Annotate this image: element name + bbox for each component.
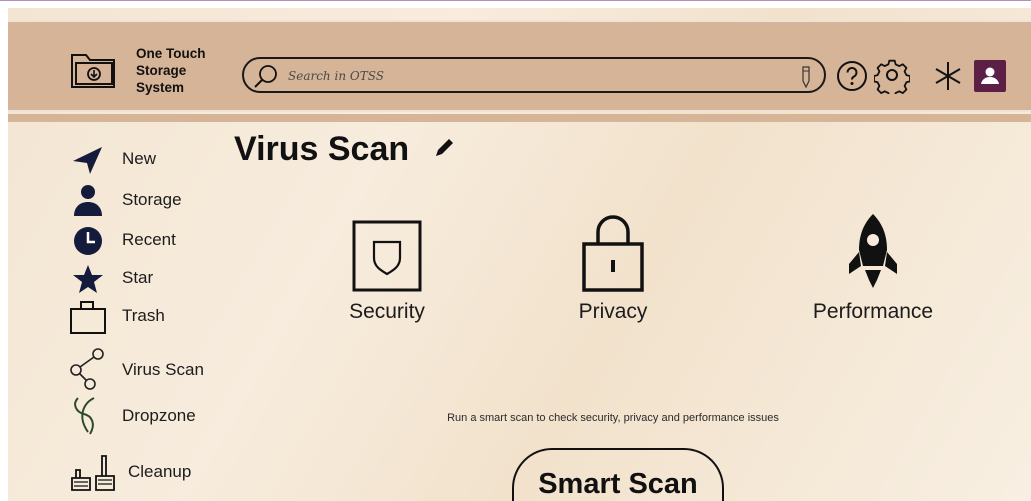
rocket-icon bbox=[849, 214, 897, 288]
tile-performance[interactable]: Performance bbox=[788, 212, 958, 324]
tile-label: Security bbox=[349, 300, 425, 323]
tile-security[interactable]: Security bbox=[322, 220, 452, 324]
edit-pencil-icon[interactable] bbox=[432, 136, 456, 160]
star-icon bbox=[73, 265, 103, 293]
search-input[interactable]: Search in OTSS bbox=[242, 57, 826, 93]
app-frame: One Touch Storage System Search in OTSS bbox=[8, 8, 1031, 501]
sidebar-item-trash[interactable]: Trash bbox=[68, 300, 228, 334]
brand-line: One Touch bbox=[136, 46, 206, 61]
sidebar-item-star[interactable]: Star bbox=[68, 262, 228, 294]
help-icon[interactable] bbox=[836, 60, 868, 92]
sidebar-item-label: Virus Scan bbox=[122, 360, 204, 379]
sidebar-item-label: New bbox=[122, 149, 157, 168]
pen-icon[interactable] bbox=[800, 65, 812, 89]
header-bar: One Touch Storage System Search in OTSS bbox=[8, 20, 1031, 112]
tile-label: Privacy bbox=[578, 300, 648, 323]
search-placeholder: Search in OTSS bbox=[288, 69, 384, 83]
asterisk-icon[interactable] bbox=[932, 60, 964, 92]
sidebar-item-label: Trash bbox=[122, 306, 165, 325]
clock-icon bbox=[74, 227, 102, 255]
brand-line: Storage bbox=[136, 63, 187, 78]
shield-icon bbox=[352, 220, 422, 292]
scan-hint-text: Run a smart scan to check security, priv… bbox=[447, 412, 779, 424]
window-top-border bbox=[0, 0, 1031, 8]
folder-download-icon[interactable] bbox=[70, 51, 116, 89]
sidebar-item-recent[interactable]: Recent bbox=[68, 224, 228, 256]
paper-plane-icon bbox=[73, 147, 102, 174]
person-silhouette-icon bbox=[981, 67, 999, 84]
trash-box-icon bbox=[70, 301, 106, 334]
brand-line: System bbox=[136, 80, 185, 95]
sidebar-item-label: Storage bbox=[122, 190, 182, 209]
share-nodes-icon bbox=[70, 348, 104, 390]
sidebar-item-new[interactable]: New bbox=[68, 143, 228, 175]
smart-scan-button[interactable]: Smart Scan bbox=[512, 448, 724, 501]
tile-privacy[interactable]: Privacy bbox=[548, 212, 678, 324]
sidebar-item-dropzone[interactable]: Dropzone bbox=[68, 394, 228, 438]
sidebar-item-virus-scan[interactable]: Virus Scan bbox=[68, 348, 228, 390]
page-title: Virus Scan bbox=[234, 130, 410, 168]
dropzone-icon bbox=[74, 397, 95, 435]
user-avatar-icon[interactable] bbox=[974, 60, 1006, 92]
sidebar-item-label: Dropzone bbox=[122, 406, 196, 425]
lock-icon bbox=[582, 215, 644, 292]
header-band bbox=[8, 114, 1031, 122]
sidebar-item-label: Recent bbox=[122, 230, 176, 249]
sidebar-item-cleanup[interactable]: Cleanup bbox=[68, 448, 228, 494]
brand-name: One Touch Storage System bbox=[136, 45, 226, 96]
broom-icon bbox=[71, 455, 115, 491]
sidebar-item-storage[interactable]: Storage bbox=[68, 184, 228, 216]
sidebar-item-label: Cleanup bbox=[128, 462, 192, 481]
gear-icon[interactable] bbox=[874, 58, 910, 94]
person-icon bbox=[74, 185, 102, 216]
sidebar-item-label: Star bbox=[122, 268, 154, 287]
tile-label: Performance bbox=[812, 300, 934, 323]
search-icon[interactable] bbox=[252, 63, 280, 89]
